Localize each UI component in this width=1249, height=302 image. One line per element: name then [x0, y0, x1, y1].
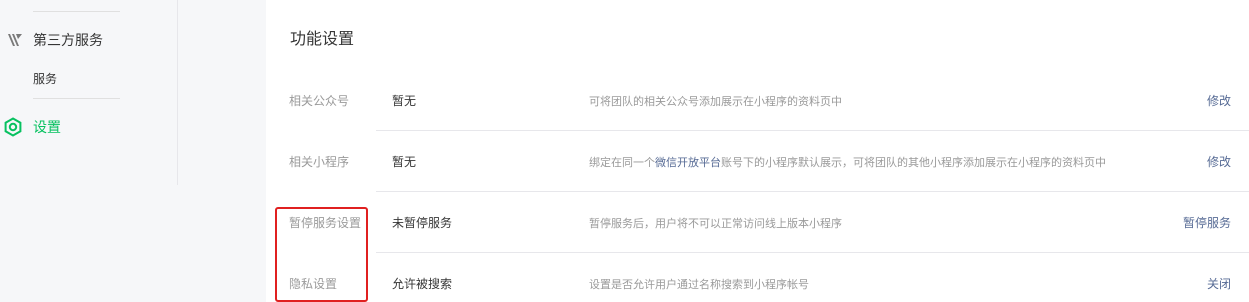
- setting-description: 设置是否允许用户通过名称搜索到小程序帐号: [589, 277, 809, 291]
- sidebar-group-third-party[interactable]: 第三方服务: [0, 30, 103, 50]
- sidebar-item-settings-label: 设置: [33, 120, 61, 136]
- setting-description: 可将团队的相关公众号添加展示在小程序的资料页中: [589, 94, 842, 108]
- wechat-open-platform-link[interactable]: 微信开放平台: [655, 154, 721, 170]
- sidebar: 第三方服务 服务 设置: [0, 0, 266, 302]
- setting-label: 相关小程序: [289, 155, 350, 169]
- close-search-link[interactable]: 关闭: [1207, 253, 1231, 302]
- setting-label: 相关公众号: [289, 94, 350, 108]
- description-text: 绑定在同一个: [589, 155, 655, 169]
- sidebar-item-service[interactable]: 服务: [33, 70, 57, 87]
- setting-row-suspend-service: 暂停服务设置 未暂停服务 暂停服务后，用户将不可以正常访问线上版本小程序 暂停服…: [266, 192, 1249, 253]
- setting-value: 暂无: [392, 94, 417, 108]
- setting-value: 暂无: [392, 155, 417, 169]
- third-party-icon: [4, 33, 26, 47]
- sidebar-group-label: 第三方服务: [33, 33, 103, 49]
- setting-description: 绑定在同一个 微信开放平台 账号下的小程序默认展示，可将团队的其他小程序添加展示在小…: [589, 131, 1106, 192]
- sidebar-item-settings[interactable]: 设置: [0, 117, 61, 137]
- gear-icon: [2, 117, 24, 137]
- setting-value: 允许被搜索: [392, 277, 453, 291]
- sidebar-divider: [33, 11, 120, 12]
- description-text: 账号下的小程序默认展示，可将团队的其他小程序添加展示在小程序的资料页中: [721, 155, 1106, 169]
- sidebar-vertical-divider: [177, 0, 178, 185]
- settings-panel: 功能设置 相关公众号 暂无 可将团队的相关公众号添加展示在小程序的资料页中 修改…: [266, 0, 1249, 302]
- setting-description: 暂停服务后，用户将不可以正常访问线上版本小程序: [589, 216, 842, 230]
- sidebar-divider: [33, 98, 120, 99]
- modify-link[interactable]: 修改: [1207, 70, 1231, 131]
- setting-value: 未暂停服务: [392, 216, 453, 230]
- setting-row-privacy: 隐私设置 允许被搜索 设置是否允许用户通过名称搜索到小程序帐号 关闭: [266, 253, 1249, 302]
- setting-row-related-official-account: 相关公众号 暂无 可将团队的相关公众号添加展示在小程序的资料页中 修改: [266, 70, 1249, 131]
- section-title: 功能设置: [290, 29, 355, 48]
- suspend-service-link[interactable]: 暂停服务: [1183, 192, 1231, 253]
- highlight-annotation-box: [275, 207, 368, 302]
- modify-link[interactable]: 修改: [1207, 131, 1231, 192]
- setting-row-related-mini-program: 相关小程序 暂无 绑定在同一个 微信开放平台 账号下的小程序默认展示，可将团队的其他…: [266, 131, 1249, 192]
